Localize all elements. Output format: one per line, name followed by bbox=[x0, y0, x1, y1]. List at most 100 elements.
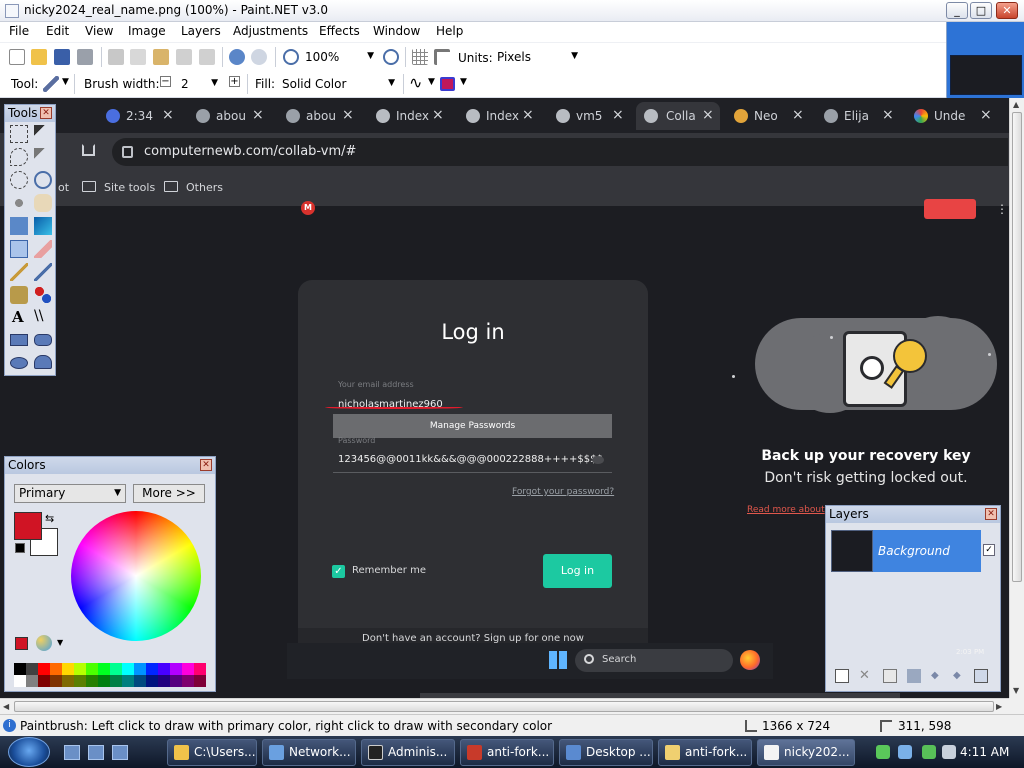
crop-icon[interactable] bbox=[176, 49, 192, 65]
vertical-scrollbar[interactable]: ▲ ▼ bbox=[1009, 98, 1024, 698]
lasso-select-icon[interactable] bbox=[10, 148, 28, 166]
palette-swatch[interactable] bbox=[182, 663, 194, 675]
browser-tab[interactable]: Elija × bbox=[824, 106, 894, 128]
recolor-icon[interactable] bbox=[34, 286, 52, 304]
color-palette[interactable] bbox=[14, 663, 207, 687]
switch-windows-icon[interactable] bbox=[112, 745, 128, 760]
read-more-link[interactable]: Read more about bbox=[747, 505, 825, 515]
palette-swatch[interactable] bbox=[98, 675, 110, 687]
close-tab-icon[interactable]: × bbox=[252, 107, 264, 123]
close-tab-icon[interactable]: × bbox=[882, 107, 894, 123]
antialiasing-icon[interactable]: ∿ bbox=[409, 73, 422, 92]
palette-icon[interactable] bbox=[36, 635, 52, 651]
primary-mini-swatch[interactable] bbox=[15, 637, 28, 650]
grid-icon[interactable] bbox=[412, 49, 428, 65]
layer-visibility-checkbox[interactable]: ✓ bbox=[983, 544, 995, 556]
redo-icon[interactable] bbox=[251, 49, 267, 65]
palette-swatch[interactable] bbox=[86, 675, 98, 687]
color-picker-icon[interactable] bbox=[34, 263, 52, 281]
minimize-button[interactable]: _ bbox=[946, 2, 968, 19]
show-desktop-icon[interactable] bbox=[64, 745, 80, 760]
palette-swatch[interactable] bbox=[146, 675, 158, 687]
scroll-right-icon[interactable]: ▶ bbox=[996, 702, 1002, 711]
palette-swatch[interactable] bbox=[14, 675, 26, 687]
network-tray-icon[interactable] bbox=[876, 745, 890, 759]
close-icon[interactable]: ✕ bbox=[985, 508, 997, 520]
palette-swatch[interactable] bbox=[146, 663, 158, 675]
close-tab-icon[interactable]: × bbox=[702, 107, 714, 123]
palette-swatch[interactable] bbox=[74, 663, 86, 675]
browser-tab[interactable]: Neo × bbox=[734, 106, 804, 128]
close-tab-icon[interactable]: × bbox=[432, 107, 444, 123]
close-button[interactable]: ✕ bbox=[996, 2, 1018, 19]
zoom-tool-icon[interactable] bbox=[34, 171, 52, 189]
taskbar-button-network[interactable]: Network... bbox=[262, 739, 356, 766]
ellipse-tool-icon[interactable] bbox=[10, 357, 28, 369]
scroll-up-icon[interactable]: ▲ bbox=[1013, 100, 1019, 109]
swap-colors-icon[interactable]: ⇆ bbox=[45, 512, 54, 525]
browser-tab[interactable]: abou × bbox=[286, 106, 356, 128]
taskbar-button-anti-fork-2[interactable]: anti-fork... bbox=[658, 739, 752, 766]
paintbrush-icon[interactable] bbox=[10, 240, 28, 258]
paint-bucket-icon[interactable] bbox=[10, 217, 28, 235]
browser-tab[interactable]: Index × bbox=[376, 106, 446, 128]
site-info-icon[interactable] bbox=[122, 146, 133, 158]
fill-select[interactable]: Solid Color ▼ bbox=[281, 76, 399, 94]
vm-search-box[interactable]: Search bbox=[575, 649, 733, 672]
text-tool-icon[interactable]: A bbox=[12, 308, 30, 326]
palette-swatch[interactable] bbox=[26, 663, 38, 675]
brush-width-select[interactable]: 2 ▼ bbox=[180, 76, 222, 94]
bookmark-folder-others[interactable]: Others bbox=[186, 181, 223, 194]
zoom-out-icon[interactable] bbox=[283, 49, 299, 65]
move-layer-up-icon[interactable]: ◆ bbox=[931, 669, 945, 683]
menu-help[interactable]: Help bbox=[436, 24, 463, 38]
paste-icon[interactable] bbox=[153, 49, 169, 65]
bookmark-folder-site-tools[interactable]: Site tools bbox=[104, 181, 155, 194]
deselect-icon[interactable] bbox=[199, 49, 215, 65]
chevron-down-icon[interactable]: ▼ bbox=[57, 638, 63, 647]
rulers-icon[interactable] bbox=[434, 49, 450, 65]
palette-swatch[interactable] bbox=[86, 663, 98, 675]
chevron-down-icon[interactable]: ▼ bbox=[428, 77, 435, 87]
browser-tab[interactable]: Index × bbox=[466, 106, 536, 128]
palette-swatch[interactable] bbox=[50, 675, 62, 687]
taskbar-button-paintnet[interactable]: nicky202... bbox=[757, 739, 855, 766]
forgot-password-link[interactable]: Forgot your password? bbox=[512, 487, 614, 497]
vertical-scroll-thumb[interactable] bbox=[1012, 112, 1022, 582]
close-tab-icon[interactable]: × bbox=[612, 107, 624, 123]
close-tab-icon[interactable]: × bbox=[342, 107, 354, 123]
remember-me-checkbox[interactable]: ✓ bbox=[332, 565, 345, 578]
paintbrush-tool-icon[interactable] bbox=[43, 76, 59, 92]
units-select[interactable]: Pixels ▼ bbox=[496, 49, 582, 67]
palette-swatch[interactable] bbox=[98, 663, 110, 675]
clone-stamp-icon[interactable] bbox=[10, 286, 28, 304]
rectangle-select-icon[interactable] bbox=[10, 125, 28, 143]
undo-icon[interactable] bbox=[229, 49, 245, 65]
menu-file[interactable]: File bbox=[9, 24, 29, 38]
palette-swatch[interactable] bbox=[170, 675, 182, 687]
gradient-icon[interactable] bbox=[34, 217, 52, 235]
zoom-in-icon[interactable] bbox=[383, 49, 399, 65]
menu-window[interactable]: Window bbox=[373, 24, 420, 38]
open-folder-icon[interactable] bbox=[31, 49, 47, 65]
palette-swatch[interactable] bbox=[134, 675, 146, 687]
color-mode-select[interactable]: Primary ▼ bbox=[14, 484, 126, 503]
palette-swatch[interactable] bbox=[62, 663, 74, 675]
cut-icon[interactable] bbox=[108, 49, 124, 65]
volume-icon[interactable] bbox=[942, 745, 956, 759]
palette-swatch[interactable] bbox=[158, 675, 170, 687]
print-icon[interactable] bbox=[77, 49, 93, 65]
more-colors-button[interactable]: More >> bbox=[133, 484, 205, 503]
taskbar-button-cmd[interactable]: C:\Users... bbox=[167, 739, 257, 766]
close-tab-icon[interactable]: × bbox=[162, 107, 174, 123]
close-tab-icon[interactable]: × bbox=[792, 107, 804, 123]
horizontal-scrollbar[interactable]: ◀ ▶ bbox=[0, 698, 1009, 714]
palette-swatch[interactable] bbox=[50, 663, 62, 675]
palette-swatch[interactable] bbox=[110, 675, 122, 687]
url-field[interactable]: computernewb.com/collab-vm/# bbox=[112, 138, 1008, 166]
pan-hand-icon[interactable] bbox=[34, 194, 52, 212]
close-tab-icon[interactable]: × bbox=[522, 107, 534, 123]
taskbar-clock[interactable]: 4:11 AM bbox=[960, 745, 1009, 759]
increase-width-icon[interactable]: + bbox=[229, 76, 240, 87]
explorer-icon[interactable] bbox=[88, 745, 104, 760]
